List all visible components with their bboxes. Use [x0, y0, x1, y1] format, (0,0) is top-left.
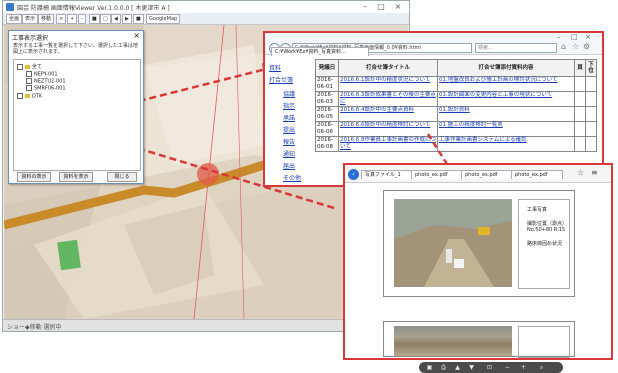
info-field: No.50+80 R:15 — [527, 227, 566, 233]
next-page-icon[interactable]: ▼ — [467, 363, 476, 372]
site-photo — [394, 326, 512, 356]
browser-toolbar: ‹ 写真ファイル_1 photo_ex.pdf photo_ex.pdf pho… — [345, 165, 611, 183]
attach-icon[interactable]: ⌕ — [537, 363, 546, 372]
info-heading: 工事写真 — [527, 207, 548, 213]
menu-icon[interactable]: ≡ — [591, 168, 598, 177]
info-field: 路床締固め状況 — [527, 241, 563, 247]
photo-info-panel: 工事写真 撮影位置（測点） No.50+80 R:15 路床締固め状況 — [518, 199, 570, 289]
back-icon[interactable]: ‹ — [348, 169, 359, 180]
print-icon[interactable]: ⎙ — [439, 363, 448, 372]
site-photo — [394, 199, 512, 287]
save-icon[interactable]: ▣ — [425, 363, 434, 372]
zoom-in-icon[interactable]: + — [519, 363, 528, 372]
photo-record-box — [383, 321, 575, 358]
photo-record-box: 工事写真 撮影位置（測点） No.50+80 R:15 路床締固め状況 — [383, 190, 575, 297]
pdf-viewer-toolbar: ▣ ⎙ ▲ ▼ ⊡ − + ⌕ — [419, 362, 563, 373]
site-photo-svg — [394, 199, 512, 287]
browser-tab[interactable]: 写真ファイル_1 — [361, 170, 413, 179]
fit-icon[interactable]: ⊡ — [485, 363, 494, 372]
browser-tab[interactable]: photo_ex.pdf — [411, 170, 463, 179]
browser-window-photo-pdf: ‹ 写真ファイル_1 photo_ex.pdf photo_ex.pdf pho… — [343, 163, 613, 373]
browser-tab[interactable]: photo_ex.pdf — [511, 170, 563, 179]
zoom-out-icon[interactable]: − — [503, 363, 512, 372]
photo-info-panel — [518, 326, 570, 358]
browser-tab[interactable]: photo_ex.pdf — [461, 170, 513, 179]
info-field: 撮影位置（測点） — [527, 221, 568, 227]
star-icon[interactable]: ☆ — [577, 168, 584, 177]
prev-page-icon[interactable]: ▲ — [453, 363, 462, 372]
pdf-page: 工事写真 撮影位置（測点） No.50+80 R:15 路床締固め状況 ▣ ⎙ … — [359, 185, 597, 373]
